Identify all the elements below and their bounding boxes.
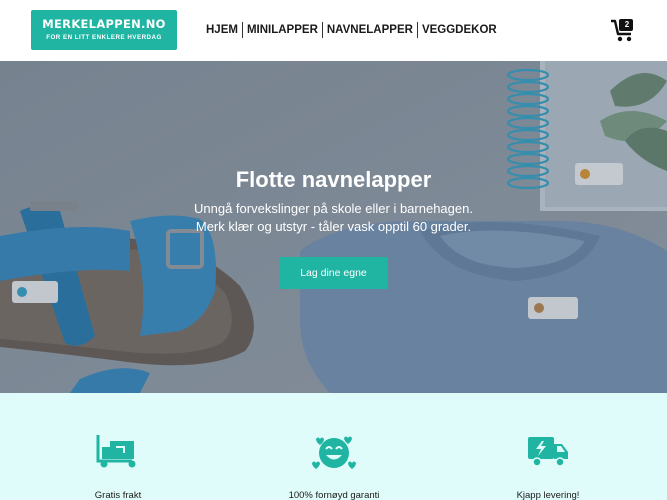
nav-item-navnelapper[interactable]: NAVNELAPPER: [323, 22, 417, 38]
nav-item-veggdekor[interactable]: VEGGDEKOR: [418, 22, 501, 38]
hero-subtitle-line2: Merk klær og utstyr - tåler vask opptil …: [195, 219, 472, 234]
feature-label-satisfaction-guarantee: 100% fornøyd garanti: [288, 490, 380, 500]
happy-face-hearts-icon: [312, 436, 356, 469]
hero-subtitle: Unngå forvekslinger på skole eller i bar…: [0, 200, 667, 236]
feature-label-free-shipping: Gratis frakt: [94, 490, 142, 500]
cart-count-badge: 2: [624, 20, 630, 29]
nav-item-hjem[interactable]: HJEM: [202, 22, 242, 38]
site-header: MERKELAPPEN.NO FOR EN LITT ENKLERE HVERD…: [0, 0, 667, 61]
logo-title: MERKELAPPEN.NO: [42, 17, 166, 31]
nav-item-minilapper[interactable]: MINILAPPER: [243, 22, 322, 38]
logo-tagline: FOR EN LITT ENKLERE HVERDAG: [46, 34, 162, 41]
features-strip: Gratis frakt 100% fornøyd garanti Kjapp …: [0, 393, 667, 500]
fast-delivery-truck-icon: [528, 437, 568, 467]
create-your-own-button[interactable]: Lag dine egne: [279, 257, 388, 289]
site-logo[interactable]: MERKELAPPEN.NO FOR EN LITT ENKLERE HVERD…: [31, 10, 177, 50]
truck-loading-icon: [96, 435, 136, 468]
cart-button[interactable]: 2: [609, 17, 637, 45]
hero-title: Flotte navnelapper: [235, 167, 432, 192]
feature-label-fast-delivery: Kjapp levering!: [516, 490, 580, 500]
main-nav: HJEM MINILAPPER NAVNELAPPER VEGGDEKOR: [202, 21, 501, 39]
hero-banner: Flotte navnelapper Unngå forvekslinger p…: [0, 61, 667, 393]
hero-subtitle-line1: Unngå forvekslinger på skole eller i bar…: [194, 201, 473, 216]
